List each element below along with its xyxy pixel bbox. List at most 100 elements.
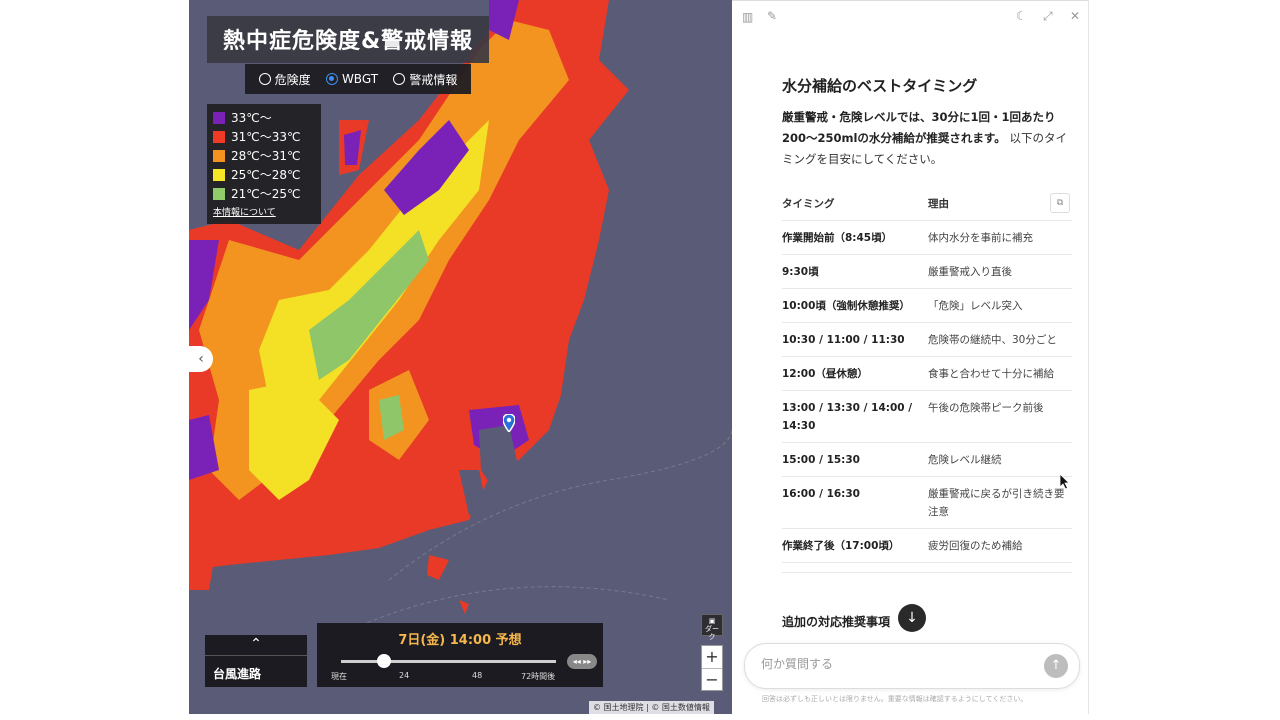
- legend-label: 31℃〜33℃: [231, 130, 301, 144]
- reason-cell: 食事と合わせて十分に補給: [928, 356, 1072, 391]
- reason-cell: 体内水分を事前に補充: [928, 220, 1072, 255]
- heat-map-panel[interactable]: 熱中症危険度&警戒情報 危険度 WBGT 警戒情報 33℃〜 31℃〜33℃ 2…: [189, 0, 732, 714]
- legend-swatch: [213, 187, 225, 200]
- zoom-in-button[interactable]: +: [702, 646, 722, 669]
- moon-icon[interactable]: ☾: [1016, 9, 1027, 23]
- map-legend: 33℃〜 31℃〜33℃ 28℃〜31℃ 25℃〜28℃ 21℃〜25℃ 本情報…: [207, 104, 321, 224]
- window-edge: [1088, 0, 1089, 714]
- mode-wbgt-radio[interactable]: WBGT: [325, 72, 379, 86]
- expand-icon[interactable]: ⤢: [1043, 9, 1053, 24]
- arrow-down-icon: ↓: [906, 610, 918, 626]
- intro-text: 厳重警戒・危険レベルでは、30分に1回・1回あたり200〜250mlの水分補給が…: [782, 107, 1072, 170]
- playback-speed-button[interactable]: ◂◂ ▸▸: [567, 654, 597, 669]
- legend-swatch: [213, 149, 225, 162]
- legend-row: 21℃〜25℃: [213, 184, 315, 203]
- timeline-tick: 現在: [331, 672, 347, 681]
- section-divider: [782, 572, 1072, 573]
- arrow-up-icon: ↑: [1050, 658, 1062, 673]
- timing-cell: 15:00 / 15:30: [782, 442, 928, 477]
- legend-row: 33℃〜: [213, 108, 315, 127]
- chevron-left-icon: ‹: [198, 351, 204, 367]
- legend-info-link[interactable]: 本情報について: [213, 205, 315, 218]
- radio-icon: [393, 73, 406, 85]
- table-row: 9:30頃 厳重警戒入り直後: [782, 254, 1072, 289]
- zoom-out-button[interactable]: −: [702, 669, 722, 691]
- map-title: 熱中症危険度&警戒情報: [207, 16, 490, 63]
- legend-row: 28℃〜31℃: [213, 146, 315, 165]
- mouse-cursor-icon: [1060, 474, 1070, 490]
- legend-row: 25℃〜28℃: [213, 165, 315, 184]
- table-row: 作業終了後（17:00頃） 疲労回復のため補給: [782, 528, 1072, 563]
- timeline-tick: 48: [472, 671, 483, 680]
- display-mode-selector[interactable]: 危険度 WBGT 警戒情報: [245, 64, 471, 94]
- reason-cell: 危険レベル継続: [928, 442, 1072, 477]
- close-icon[interactable]: ✕: [1070, 9, 1080, 23]
- reason-cell: 厳重警戒入り直後: [928, 254, 1072, 289]
- legend-label: 28℃〜31℃: [231, 149, 301, 163]
- timing-table: タイミング 理由 作業開始前（8:45頃） 体内水分を事前に補充 9:30頃 厳重警…: [782, 187, 1072, 563]
- legend-label: 33℃〜: [231, 111, 272, 125]
- reason-cell: 午後の危険帯ピーク前後: [928, 390, 1072, 443]
- legend-label: 25℃〜28℃: [231, 168, 301, 182]
- table-row: 13:00 / 13:30 / 14:00 / 14:30 午後の危険帯ピーク前後: [782, 390, 1072, 443]
- mode-alert-radio[interactable]: 警戒情報: [393, 71, 457, 88]
- disclaimer-text: 回答は必ずしも正しいとは限りません。重要な情報は確認するようにしてください。: [762, 695, 1028, 703]
- legend-swatch: [213, 130, 225, 143]
- table-row: 15:00 / 15:30 危険レベル継続: [782, 442, 1072, 477]
- forecast-timeline[interactable]: 7日(金) 14:00 予想 現在 24 48 72時間後 ◂◂ ▸▸: [317, 623, 603, 687]
- timing-cell: 9:30頃: [782, 254, 928, 289]
- radio-selected-icon: [325, 73, 338, 85]
- mode-risk-label: 危険度: [274, 72, 311, 87]
- reason-cell: 危険帯の継続中、30分ごと: [928, 322, 1072, 357]
- table-row: 10:00頃（強制休憩推奨） 「危険」レベル突入: [782, 288, 1072, 323]
- mode-wbgt-label: WBGT: [341, 72, 379, 86]
- new-chat-icon[interactable]: ✎: [767, 9, 777, 23]
- timeline-tick: 72時間後: [521, 672, 556, 681]
- typhoon-track-label: 台風進路: [213, 667, 262, 681]
- chevron-up-icon[interactable]: ⌃: [205, 635, 307, 656]
- mode-risk-radio[interactable]: 危険度: [258, 71, 311, 88]
- timing-cell: 作業開始前（8:45頃）: [782, 220, 928, 255]
- table-row: 作業開始前（8:45頃） 体内水分を事前に補充: [782, 220, 1072, 255]
- question-input-box[interactable]: ↑: [744, 643, 1080, 689]
- scroll-down-button[interactable]: ↓: [898, 604, 926, 632]
- timeline-tick: 24: [399, 671, 410, 680]
- column-header-reason: 理由: [928, 187, 1072, 221]
- legend-swatch: [213, 111, 225, 124]
- timing-cell: 16:00 / 16:30: [782, 476, 928, 529]
- table-row: 16:00 / 16:30 厳重警戒に戻るが引き続き要注意: [782, 476, 1072, 529]
- timing-cell: 作業終了後（17:00頃）: [782, 528, 928, 563]
- legend-label: 21℃〜25℃: [231, 187, 301, 201]
- timing-cell: 12:00（昼休憩）: [782, 356, 928, 391]
- timing-cell: 13:00 / 13:30 / 14:00 / 14:30: [782, 390, 928, 443]
- column-header-timing: タイミング: [782, 187, 928, 221]
- timeline-track[interactable]: [341, 660, 556, 663]
- location-pin-icon[interactable]: [503, 414, 515, 432]
- legend-swatch: [213, 168, 225, 181]
- zoom-controls[interactable]: + −: [701, 645, 723, 691]
- question-input[interactable]: [759, 656, 1023, 672]
- timing-cell: 10:30 / 11:00 / 11:30: [782, 322, 928, 357]
- send-button[interactable]: ↑: [1044, 654, 1068, 678]
- reason-cell: 厳重警戒に戻るが引き続き要注意: [928, 476, 1072, 529]
- table-row: 10:30 / 11:00 / 11:30 危険帯の継続中、30分ごと: [782, 322, 1072, 357]
- chat-side-panel: ▥ ✎ ☾ ⤢ ✕ 水分補給のベストタイミング 厳重警戒・危険レベルでは、30分…: [732, 0, 1088, 715]
- map-icon: ▣: [708, 617, 716, 625]
- section-title: 水分補給のベストタイミング: [782, 77, 978, 95]
- dark-map-toggle[interactable]: ▣ ダーク: [701, 614, 723, 641]
- reason-cell: 「危険」レベル突入: [928, 288, 1072, 323]
- legend-row: 31℃〜33℃: [213, 127, 315, 146]
- typhoon-track-panel[interactable]: ⌃ 台風進路: [205, 635, 307, 687]
- map-attribution: © 国土地理院 | © 国土数値情報: [589, 701, 714, 714]
- mode-alert-label: 警戒情報: [409, 72, 458, 87]
- table-row: 12:00（昼休憩） 食事と合わせて十分に補給: [782, 356, 1072, 391]
- fast-forward-icon: ◂◂ ▸▸: [572, 657, 592, 666]
- timeline-slider-handle[interactable]: [377, 654, 391, 668]
- table-header-row: タイミング 理由: [782, 187, 1072, 221]
- next-section-heading: 追加の対応推奨事項: [782, 615, 891, 629]
- sidebar-toggle-icon[interactable]: ▥: [742, 10, 753, 24]
- reason-cell: 疲労回復のため補給: [928, 528, 1072, 563]
- radio-icon: [258, 73, 271, 85]
- timing-cell: 10:00頃（強制休憩推奨）: [782, 288, 928, 323]
- forecast-time-title: 7日(金) 14:00 予想: [398, 633, 522, 648]
